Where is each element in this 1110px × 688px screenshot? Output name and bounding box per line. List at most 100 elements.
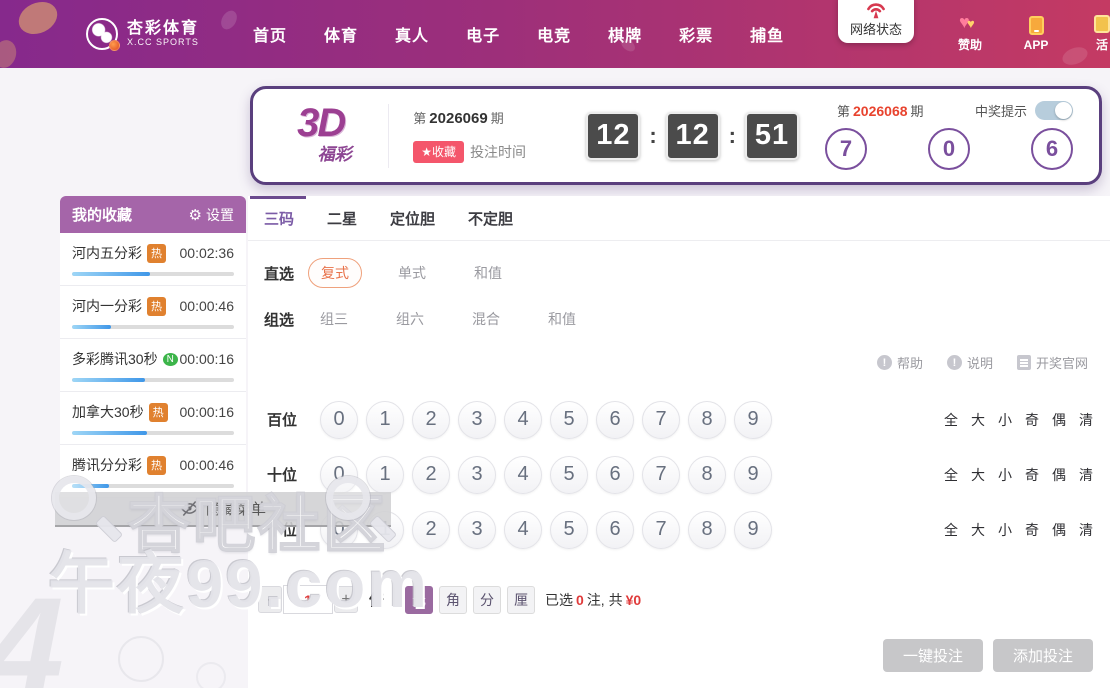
digit-button[interactable]: 9 [734, 455, 772, 494]
win-tip-toggle[interactable] [1035, 101, 1073, 120]
quick-select-大[interactable]: 大 [971, 410, 985, 430]
quick-select-小[interactable]: 小 [998, 465, 1012, 485]
digit-button[interactable]: 1 [366, 455, 404, 494]
digit-button[interactable]: 5 [550, 455, 588, 494]
multiplier-plus-button[interactable]: + [334, 586, 358, 613]
countdown-label: 00:02:36 [179, 245, 235, 261]
play-row: 直选 复式 单式 和值 [264, 258, 1110, 288]
quick-select-清[interactable]: 清 [1079, 465, 1093, 485]
quick-select-奇[interactable]: 奇 [1025, 465, 1039, 485]
bet-time-label: 投注时间 [470, 144, 527, 160]
sponsor-button[interactable]: ♥ ♥ 赞助 [948, 12, 992, 53]
digit-button[interactable]: 3 [458, 510, 496, 549]
nav-item-电子[interactable]: 电子 [466, 22, 500, 46]
hide-menu-button[interactable]: 隐藏菜单 [55, 492, 391, 527]
quick-select-奇[interactable]: 奇 [1025, 520, 1039, 540]
digit-button[interactable]: 0 [320, 400, 358, 439]
bet-button[interactable]: 添加投注 [993, 639, 1093, 672]
unit-button-厘[interactable]: 厘 [507, 585, 536, 614]
digit-button[interactable]: 5 [550, 510, 588, 549]
favorite-button[interactable]: ★收藏 [413, 141, 465, 163]
digit-button[interactable]: 6 [596, 455, 634, 494]
digit-button[interactable]: 6 [596, 510, 634, 549]
tab-不定胆[interactable]: 不定胆 [468, 208, 513, 229]
nav-item-电竞[interactable]: 电竞 [537, 22, 571, 46]
play-option-复式[interactable]: 复式 [308, 258, 362, 288]
favorite-item[interactable]: 多彩腾讯30秒 N 00:00:16 [60, 339, 246, 392]
digit-button[interactable]: 4 [504, 510, 542, 549]
quick-select-小[interactable]: 小 [998, 520, 1012, 540]
play-option-单式[interactable]: 单式 [386, 259, 438, 287]
app-download-button[interactable]: APP [1014, 16, 1058, 52]
network-status-button[interactable]: 网络状态 [838, 0, 914, 43]
digit-button[interactable]: 8 [688, 455, 726, 494]
digit-button[interactable]: 8 [688, 510, 726, 549]
unit-button-分[interactable]: 分 [473, 585, 502, 614]
quick-select-全[interactable]: 全 [944, 520, 958, 540]
digit-button[interactable]: 0 [320, 455, 358, 494]
digit-button[interactable]: 7 [642, 510, 680, 549]
nav-item-棋牌[interactable]: 棋牌 [608, 22, 642, 46]
quick-select-小[interactable]: 小 [998, 410, 1012, 430]
digit-button[interactable]: 4 [504, 400, 542, 439]
nav-item-体育[interactable]: 体育 [324, 22, 358, 46]
sponsor-label: 赞助 [957, 38, 982, 52]
settings-button[interactable]: ⚙ 设置 [189, 205, 234, 225]
quick-select-偶[interactable]: 偶 [1052, 410, 1066, 430]
quick-select-偶[interactable]: 偶 [1052, 465, 1066, 485]
favorite-item[interactable]: 河内一分彩热 00:00:46 [60, 286, 246, 339]
digit-button[interactable]: 2 [412, 455, 450, 494]
digit-button[interactable]: 7 [642, 455, 680, 494]
digit-button[interactable]: 3 [458, 400, 496, 439]
progress-fill [72, 272, 150, 276]
countdown-minutes: 12 [665, 111, 720, 160]
digit-button[interactable]: 5 [550, 400, 588, 439]
digit-button[interactable]: 9 [734, 400, 772, 439]
site-logo[interactable]: 杏彩体育 X.CC SPORTS [86, 18, 199, 51]
quick-select-大[interactable]: 大 [971, 520, 985, 540]
favorite-item[interactable]: 腾讯分分彩热 00:00:46 [60, 445, 246, 498]
digit-button[interactable]: 9 [734, 510, 772, 549]
quick-select-清[interactable]: 清 [1079, 520, 1093, 540]
tab-定位胆[interactable]: 定位胆 [390, 208, 435, 229]
digit-button[interactable]: 3 [458, 455, 496, 494]
clipped-action-button[interactable]: 活 [1080, 15, 1110, 53]
quick-select-清[interactable]: 清 [1079, 410, 1093, 430]
digit-button[interactable]: 2 [412, 400, 450, 439]
digit-button[interactable]: 4 [504, 455, 542, 494]
digit-button[interactable]: 1 [366, 400, 404, 439]
quick-select-全[interactable]: 全 [944, 465, 958, 485]
quick-select-全[interactable]: 全 [944, 410, 958, 430]
multiplier-input[interactable] [283, 585, 333, 614]
unit-button-角[interactable]: 角 [439, 585, 468, 614]
quick-select-大[interactable]: 大 [971, 465, 985, 485]
play-option-和值[interactable]: 和值 [462, 259, 514, 287]
tab-二星[interactable]: 二星 [327, 208, 357, 229]
play-option-组六[interactable]: 组六 [384, 305, 436, 333]
nav-item-首页[interactable]: 首页 [253, 22, 287, 46]
help-link[interactable]: ! 帮助 [876, 353, 923, 372]
tab-三码[interactable]: 三码 [264, 208, 294, 229]
digit-button[interactable]: 7 [642, 400, 680, 439]
quick-select-偶[interactable]: 偶 [1052, 520, 1066, 540]
digit-button[interactable]: 2 [412, 510, 450, 549]
digit-button[interactable]: 6 [596, 400, 634, 439]
quick-select-奇[interactable]: 奇 [1025, 410, 1039, 430]
play-option-和值[interactable]: 和值 [536, 305, 588, 333]
bet-button[interactable]: 一键投注 [883, 639, 983, 672]
nav-item-真人[interactable]: 真人 [395, 22, 429, 46]
multiplier-minus-button[interactable]: - [258, 586, 282, 613]
play-option-组三[interactable]: 组三 [308, 305, 360, 333]
progress-fill [72, 325, 111, 329]
official-draw-link[interactable]: 开奖官网 [1016, 353, 1088, 372]
countdown-label: 00:00:16 [179, 404, 235, 420]
nav-item-捕鱼[interactable]: 捕鱼 [750, 22, 784, 46]
play-option-混合[interactable]: 混合 [460, 305, 512, 333]
instructions-link[interactable]: ! 说明 [946, 353, 993, 372]
unit-button-元[interactable]: 元 [405, 585, 434, 614]
digit-button[interactable]: 8 [688, 400, 726, 439]
nav-item-彩票[interactable]: 彩票 [679, 22, 713, 46]
favorite-item[interactable]: 加拿大30秒热 00:00:16 [60, 392, 246, 445]
favorite-item[interactable]: 河内五分彩热 00:02:36 [60, 233, 246, 286]
hot-badge: 热 [147, 296, 166, 316]
